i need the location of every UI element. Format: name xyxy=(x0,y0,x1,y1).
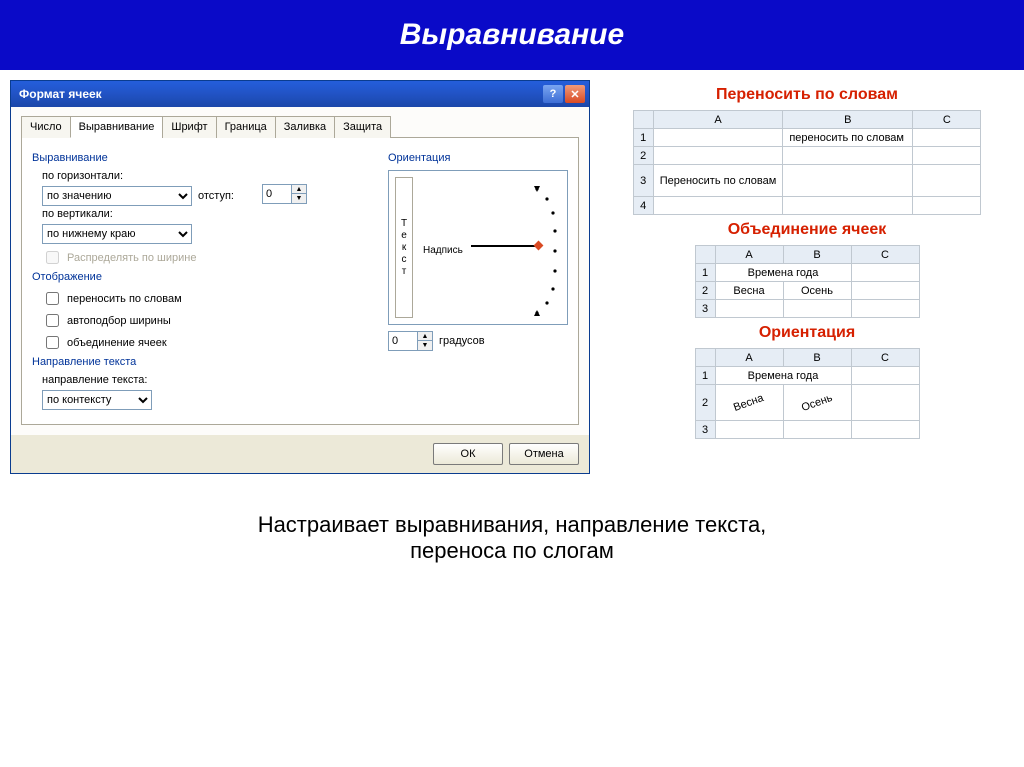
direction-select[interactable]: по контексту xyxy=(42,390,152,410)
orientation-dial[interactable]: Надпись xyxy=(419,177,561,318)
row-header: 2 xyxy=(695,385,715,421)
row-header: 1 xyxy=(695,264,715,282)
cell: Осень xyxy=(783,282,851,300)
col-header: A xyxy=(653,111,783,129)
section-display: Отображение xyxy=(32,271,378,283)
tab-border[interactable]: Граница xyxy=(216,116,276,138)
tab-fill[interactable]: Заливка xyxy=(275,116,335,138)
section-direction: Направление текста xyxy=(32,356,378,368)
col-header: A xyxy=(715,349,783,367)
horizontal-select[interactable]: по значению xyxy=(42,186,192,206)
spin-down-icon[interactable]: ▼ xyxy=(418,341,432,350)
orientation-control[interactable]: Текст Надпись xyxy=(388,170,568,325)
shrink-label: автоподбор ширины xyxy=(67,315,171,327)
spin-up-icon[interactable]: ▲ xyxy=(292,185,306,194)
merged-cell: Времена года xyxy=(715,264,851,282)
indent-spinner[interactable]: ▲▼ xyxy=(262,184,307,204)
col-header: A xyxy=(715,246,783,264)
horizontal-label: по горизонтали: xyxy=(42,170,378,182)
tab-font[interactable]: Шрифт xyxy=(162,116,216,138)
orientation-vertical-text[interactable]: Текст xyxy=(395,177,413,318)
ok-button[interactable]: ОК xyxy=(433,443,503,465)
cell: Весна xyxy=(715,282,783,300)
indent-label: отступ: xyxy=(198,190,234,202)
format-cells-dialog: Формат ячеек ? ✕ Число Выравнивание Шриф… xyxy=(10,80,590,474)
section-orientation: Ориентация xyxy=(388,152,568,164)
col-header: B xyxy=(783,246,851,264)
orientation-caption: Надпись xyxy=(423,245,463,256)
close-button[interactable]: ✕ xyxy=(565,85,585,103)
spin-down-icon[interactable]: ▼ xyxy=(292,194,306,203)
corner-cell xyxy=(633,111,653,129)
justify-distribute-label: Распределять по ширине xyxy=(67,252,196,264)
example-orient-title: Ориентация xyxy=(630,324,984,342)
example-orient-grid: A B C 1Времена года 2ВеснаОсень 3 xyxy=(695,348,920,439)
degrees-unit: градусов xyxy=(439,335,485,347)
shrink-checkbox[interactable] xyxy=(46,314,59,327)
justify-distribute-checkbox xyxy=(46,251,59,264)
row-header: 4 xyxy=(633,197,653,215)
cell: переносить по словам xyxy=(783,129,913,147)
example-merge-grid: A B C 1Времена года 2ВеснаОсень 3 xyxy=(695,245,920,318)
cell: Весна xyxy=(715,385,783,421)
row-header: 1 xyxy=(695,367,715,385)
corner-cell xyxy=(695,349,715,367)
row-header: 3 xyxy=(695,300,715,318)
merge-label: объединение ячеек xyxy=(67,337,167,349)
col-header: C xyxy=(913,111,981,129)
degrees-input[interactable] xyxy=(389,334,417,348)
dialog-tabs: Число Выравнивание Шрифт Граница Заливка… xyxy=(21,115,579,138)
vertical-label: по вертикали: xyxy=(42,208,378,220)
examples-panel: Переносить по словам A B C 1 переносить п… xyxy=(630,80,1014,474)
dialog-titlebar: Формат ячеек ? ✕ xyxy=(11,81,589,107)
merge-checkbox[interactable] xyxy=(46,336,59,349)
row-header: 2 xyxy=(633,147,653,165)
spin-up-icon[interactable]: ▲ xyxy=(418,332,432,341)
slide-caption: Настраивает выравнивания, направление те… xyxy=(0,474,1024,584)
dialog-title: Формат ячеек xyxy=(19,87,102,101)
tab-alignment[interactable]: Выравнивание xyxy=(70,116,164,138)
indent-input[interactable] xyxy=(263,187,291,201)
example-merge-title: Объединение ячеек xyxy=(630,221,984,239)
tab-protection[interactable]: Защита xyxy=(334,116,391,138)
row-header: 1 xyxy=(633,129,653,147)
corner-cell xyxy=(695,246,715,264)
direction-sublabel: направление текста: xyxy=(42,374,378,386)
row-header: 3 xyxy=(633,165,653,197)
help-button[interactable]: ? xyxy=(543,85,563,103)
cancel-button[interactable]: Отмена xyxy=(509,443,579,465)
tab-number[interactable]: Число xyxy=(21,116,71,138)
vertical-select[interactable]: по нижнему краю xyxy=(42,224,192,244)
cell: Переносить по словам xyxy=(653,165,783,197)
col-header: C xyxy=(851,349,919,367)
example-wrap-grid: A B C 1 переносить по словам 2 3Переносит… xyxy=(633,110,982,215)
slide-title: Выравнивание xyxy=(0,0,1024,70)
col-header: B xyxy=(783,349,851,367)
wrap-checkbox[interactable] xyxy=(46,292,59,305)
example-wrap-title: Переносить по словам xyxy=(630,86,984,104)
col-header: C xyxy=(851,246,919,264)
degrees-spinner[interactable]: ▲▼ xyxy=(388,331,433,351)
cell: Осень xyxy=(783,385,851,421)
section-alignment: Выравнивание xyxy=(32,152,378,164)
col-header: B xyxy=(783,111,913,129)
row-header: 2 xyxy=(695,282,715,300)
row-header: 3 xyxy=(695,421,715,439)
wrap-label: переносить по словам xyxy=(67,293,182,305)
merged-cell: Времена года xyxy=(715,367,851,385)
